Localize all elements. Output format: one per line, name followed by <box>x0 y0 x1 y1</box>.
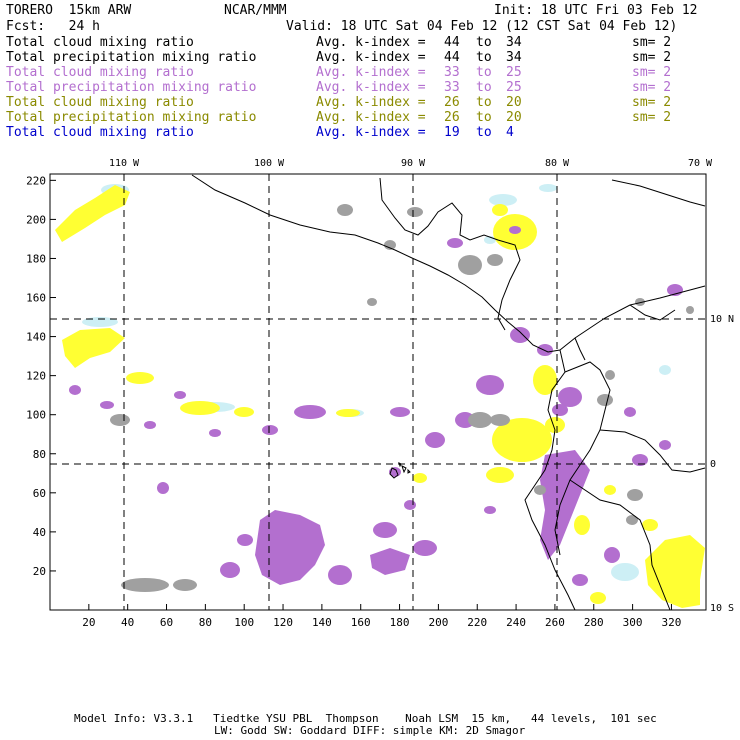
latitude-label: 10 S <box>710 603 734 614</box>
x-tick-label: 40 <box>121 616 134 629</box>
x-tick-label: 240 <box>506 616 526 629</box>
longitude-label: 110 W <box>109 158 140 169</box>
x-tick-label: 300 <box>623 616 643 629</box>
x-tick-label: 280 <box>584 616 604 629</box>
x-tick-label: 120 <box>273 616 293 629</box>
gray-clouds <box>110 204 694 592</box>
cloud-fields <box>55 184 705 608</box>
map: 20 40 60 80 100 120 140 160 180 200 220 240 260 280 30… <box>26 158 734 629</box>
x-tick-label: 320 <box>662 616 682 629</box>
x-tick-label: 200 <box>428 616 448 629</box>
x-tick-label: 220 <box>467 616 487 629</box>
x-tick-label: 20 <box>82 616 95 629</box>
longitude-label: 80 W <box>545 158 570 169</box>
x-tick-label: 140 <box>312 616 332 629</box>
x-tick-label: 160 <box>351 616 371 629</box>
lat-lon-grid <box>50 174 706 610</box>
longitude-label: 90 W <box>401 158 426 169</box>
x-tick-label: 60 <box>160 616 173 629</box>
y-tick-label: 140 <box>26 331 46 344</box>
latitude-label: 0 <box>710 459 716 470</box>
longitude-label: 70 W <box>688 158 713 169</box>
y-tick-label: 160 <box>26 292 46 305</box>
x-tick-label: 180 <box>390 616 410 629</box>
y-tick-label: 200 <box>26 213 46 226</box>
y-tick-label: 120 <box>26 370 46 383</box>
y-tick-label: 40 <box>33 526 46 539</box>
physics-info: LW: Godd SW: Goddard DIFF: simple KM: 2D… <box>214 724 526 737</box>
map-frame <box>49 173 707 611</box>
y-tick-label: 100 <box>26 409 46 422</box>
y-tick-label: 80 <box>33 448 46 461</box>
y-tick-label: 220 <box>26 174 46 187</box>
x-tick-label: 260 <box>545 616 565 629</box>
longitude-label: 100 W <box>254 158 285 169</box>
latitude-label: 10 N <box>710 314 734 325</box>
x-tick-label: 100 <box>234 616 254 629</box>
y-tick-label: 180 <box>26 252 46 265</box>
x-tick-label: 80 <box>199 616 212 629</box>
purple-clouds <box>69 226 683 586</box>
y-tick-label: 60 <box>33 487 46 500</box>
y-tick-label: 20 <box>33 565 46 578</box>
